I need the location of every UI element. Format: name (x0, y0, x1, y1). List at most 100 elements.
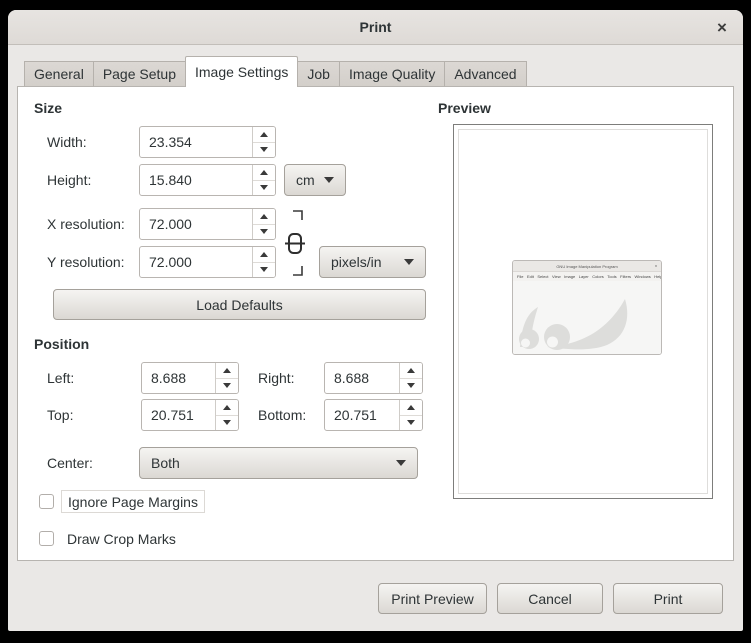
bottom-spinbutton[interactable]: 20.751 (324, 399, 423, 431)
y-resolution-spinbutton[interactable]: 72.000 (139, 246, 276, 278)
image-thumbnail: GNU Image Manipulation Program x File Ed… (512, 260, 662, 355)
width-spinbutton[interactable]: 23.354 (139, 126, 276, 158)
cancel-button[interactable]: Cancel (497, 583, 603, 614)
tab-job[interactable]: Job (297, 61, 340, 87)
titlebar[interactable]: Print × (8, 10, 743, 45)
center-dropdown[interactable]: Both (139, 447, 418, 479)
height-label: Height: (47, 164, 91, 196)
print-button[interactable]: Print (613, 583, 723, 614)
thumbnail-menubar: File Edit Select View Image Layer Colors… (513, 272, 661, 281)
thumbnail-canvas (513, 281, 661, 355)
thumbnail-close-icon: x (655, 263, 657, 268)
up-arrow-icon (223, 405, 231, 410)
top-decrement-button[interactable] (216, 416, 238, 431)
down-arrow-icon (260, 229, 268, 234)
top-increment-button[interactable] (216, 400, 238, 416)
left-increment-button[interactable] (216, 363, 238, 379)
up-arrow-icon (223, 368, 231, 373)
height-spinbutton[interactable]: 15.840 (139, 164, 276, 196)
left-decrement-button[interactable] (216, 379, 238, 394)
top-label: Top: (47, 399, 73, 431)
right-spinbutton[interactable]: 8.688 (324, 362, 423, 394)
down-arrow-icon (260, 185, 268, 190)
tab-bar: General Page Setup Image Settings Job Im… (24, 56, 527, 87)
chevron-down-icon (396, 460, 406, 466)
close-icon[interactable]: × (711, 17, 733, 39)
load-defaults-button[interactable]: Load Defaults (53, 289, 426, 320)
width-value[interactable]: 23.354 (140, 127, 252, 157)
right-decrement-button[interactable] (400, 379, 422, 394)
window-title: Print (360, 19, 392, 35)
thumbnail-artwork (513, 281, 661, 355)
y-resolution-decrement-button[interactable] (253, 263, 275, 278)
down-arrow-icon (260, 267, 268, 272)
chevron-down-icon (404, 259, 414, 265)
center-value: Both (151, 455, 180, 471)
top-steppers (215, 400, 238, 430)
draw-crop-marks-label[interactable]: Draw Crop Marks (67, 523, 176, 555)
y-resolution-increment-button[interactable] (253, 247, 275, 263)
right-value[interactable]: 8.688 (325, 363, 399, 393)
down-arrow-icon (223, 383, 231, 388)
ignore-page-margins-label[interactable]: Ignore Page Margins (61, 490, 205, 513)
x-resolution-value[interactable]: 72.000 (140, 209, 252, 239)
tab-image-settings[interactable]: Image Settings (185, 56, 298, 87)
up-arrow-icon (260, 132, 268, 137)
height-increment-button[interactable] (253, 165, 275, 181)
height-decrement-button[interactable] (253, 181, 275, 196)
x-resolution-steppers (252, 209, 275, 239)
width-increment-button[interactable] (253, 127, 275, 143)
tab-image-quality[interactable]: Image Quality (339, 61, 445, 87)
up-arrow-icon (260, 214, 268, 219)
left-steppers (215, 363, 238, 393)
bottom-steppers (399, 400, 422, 430)
bottom-decrement-button[interactable] (400, 416, 422, 431)
x-resolution-increment-button[interactable] (253, 209, 275, 225)
bottom-label: Bottom: (258, 399, 306, 431)
size-unit-dropdown[interactable]: cm (284, 164, 346, 196)
top-spinbutton[interactable]: 20.751 (141, 399, 239, 431)
print-dialog: Print × General Page Setup Image Setting… (8, 10, 743, 631)
height-value[interactable]: 15.840 (140, 165, 252, 195)
bottom-increment-button[interactable] (400, 400, 422, 416)
down-arrow-icon (407, 420, 415, 425)
chevron-down-icon (324, 177, 334, 183)
draw-crop-marks-checkbox[interactable] (39, 531, 54, 546)
ignore-page-margins-checkbox[interactable] (39, 494, 54, 509)
y-resolution-label: Y resolution: (47, 246, 125, 278)
right-increment-button[interactable] (400, 363, 422, 379)
resolution-unit-value: pixels/in (331, 254, 382, 270)
down-arrow-icon (407, 383, 415, 388)
right-label: Right: (258, 362, 295, 394)
chain-link-icon[interactable] (279, 208, 309, 278)
x-resolution-decrement-button[interactable] (253, 225, 275, 240)
size-heading: Size (34, 100, 62, 116)
height-steppers (252, 165, 275, 195)
left-label: Left: (47, 362, 74, 394)
image-settings-panel: Size Width: 23.354 Height: 15.840 cm X r… (17, 86, 734, 561)
x-resolution-label: X resolution: (47, 208, 125, 240)
thumbnail-title: GNU Image Manipulation Program (556, 264, 617, 269)
width-decrement-button[interactable] (253, 143, 275, 158)
width-label: Width: (47, 126, 87, 158)
tab-advanced[interactable]: Advanced (444, 61, 526, 87)
left-value[interactable]: 8.688 (142, 363, 215, 393)
x-resolution-spinbutton[interactable]: 72.000 (139, 208, 276, 240)
y-resolution-steppers (252, 247, 275, 277)
print-preview-button[interactable]: Print Preview (378, 583, 487, 614)
preview-heading: Preview (438, 100, 491, 116)
bottom-value[interactable]: 20.751 (325, 400, 399, 430)
y-resolution-value[interactable]: 72.000 (140, 247, 252, 277)
up-arrow-icon (260, 252, 268, 257)
down-arrow-icon (223, 420, 231, 425)
up-arrow-icon (407, 405, 415, 410)
left-spinbutton[interactable]: 8.688 (141, 362, 239, 394)
tab-general[interactable]: General (24, 61, 94, 87)
right-steppers (399, 363, 422, 393)
top-value[interactable]: 20.751 (142, 400, 215, 430)
up-arrow-icon (260, 170, 268, 175)
resolution-unit-dropdown[interactable]: pixels/in (319, 246, 426, 278)
position-heading: Position (34, 336, 89, 352)
tab-page-setup[interactable]: Page Setup (93, 61, 186, 87)
size-unit-value: cm (296, 172, 315, 188)
